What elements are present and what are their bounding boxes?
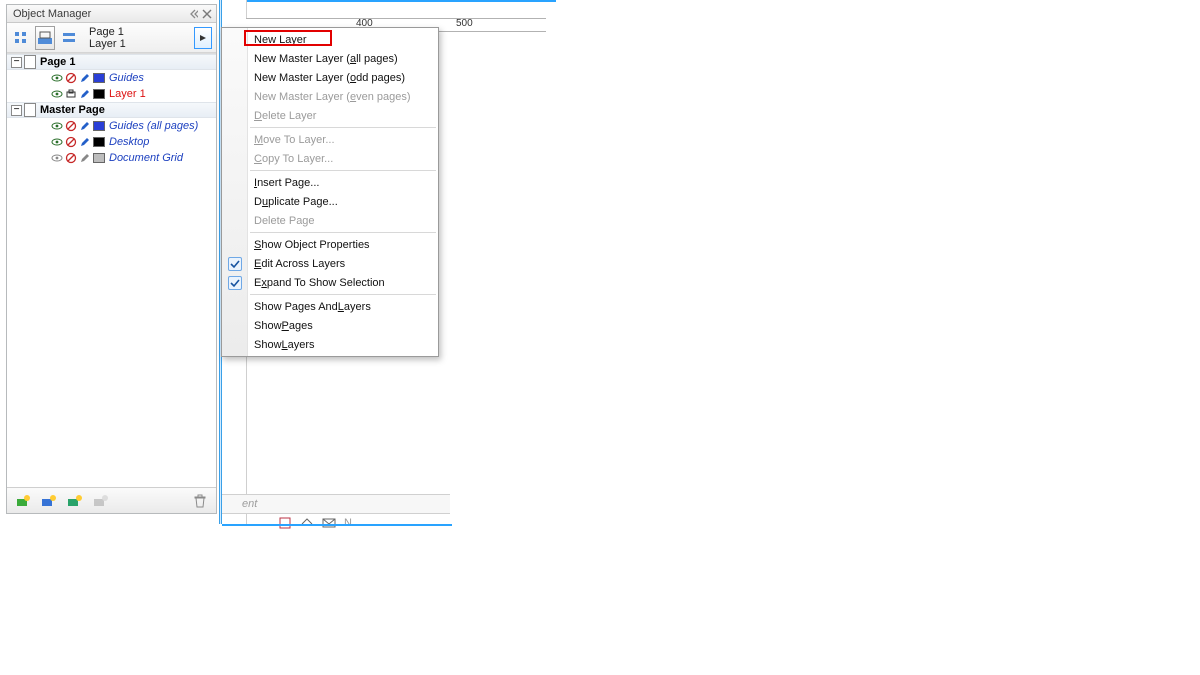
- menu-duplicate-page[interactable]: Duplicate Page...: [222, 192, 438, 211]
- close-icon[interactable]: [200, 7, 214, 21]
- visibility-icon[interactable]: [51, 88, 63, 100]
- printable-icon[interactable]: [65, 152, 77, 164]
- menu-delete-layer: Delete Layer: [222, 106, 438, 125]
- printable-icon[interactable]: [65, 120, 77, 132]
- menu-copy-to-layer: Copy To Layer...: [222, 149, 438, 168]
- menu-expand-to-selection[interactable]: Expand To Show Selection: [222, 273, 438, 292]
- printable-icon[interactable]: [65, 88, 77, 100]
- layer-tree[interactable]: Page 1 Guides Layer 1 Master Page Gui: [7, 53, 216, 487]
- guides-all-label: Guides (all pages): [109, 120, 198, 132]
- object-manager-panel: Object Manager Page 1 Layer 1 Page 1: [6, 4, 217, 514]
- check-icon: [228, 257, 242, 271]
- color-swatch[interactable]: [93, 153, 105, 163]
- menu-separator: [250, 232, 436, 233]
- tree-desktop[interactable]: Desktop: [7, 134, 216, 150]
- new-master-odd-button[interactable]: [65, 491, 85, 511]
- menu-new-master-odd[interactable]: New Master Layer (odd pages): [222, 68, 438, 87]
- editable-icon[interactable]: [79, 152, 91, 164]
- menu-edit-across-layers[interactable]: Edit Across Layers: [222, 254, 438, 273]
- page-icon: [24, 55, 36, 69]
- menu-show-properties[interactable]: Show Object Properties: [222, 235, 438, 254]
- menu-new-master-all[interactable]: New Master Layer (all pages): [222, 49, 438, 68]
- panel-titlebar[interactable]: Object Manager: [7, 5, 216, 23]
- printable-icon[interactable]: [65, 136, 77, 148]
- menu-separator: [250, 127, 436, 128]
- menu-delete-page: Delete Page: [222, 211, 438, 230]
- check-icon: [228, 276, 242, 290]
- menu-insert-page[interactable]: Insert Page...: [222, 173, 438, 192]
- visibility-icon[interactable]: [51, 72, 63, 84]
- menu-show-pages-and-layers[interactable]: Show Pages And Layers: [222, 297, 438, 316]
- menu-new-master-even: New Master Layer (even pages): [222, 87, 438, 106]
- expander-icon[interactable]: [11, 57, 22, 68]
- tree-guides-all[interactable]: Guides (all pages): [7, 118, 216, 134]
- tree-doc-grid[interactable]: Document Grid: [7, 150, 216, 166]
- menu-separator: [250, 170, 436, 171]
- menu-new-layer[interactable]: New Layer: [222, 30, 438, 49]
- toolbar-btn-1[interactable]: [11, 26, 31, 50]
- toolbar-btn-3[interactable]: [59, 26, 79, 50]
- status-strip: ent: [222, 494, 450, 514]
- visibility-icon[interactable]: [51, 152, 63, 164]
- crop-bottom-edge: [222, 524, 452, 528]
- menu-separator: [250, 294, 436, 295]
- editable-icon[interactable]: [79, 72, 91, 84]
- visibility-icon[interactable]: [51, 120, 63, 132]
- panel-title-text: Object Manager: [13, 8, 91, 20]
- master-header-label: Master Page: [40, 104, 105, 116]
- page-icon: [24, 103, 36, 117]
- current-layer-label: Layer 1: [89, 38, 126, 50]
- desktop-label: Desktop: [109, 136, 149, 148]
- tree-page-header[interactable]: Page 1: [7, 54, 216, 70]
- menu-move-to-layer: Move To Layer...: [222, 130, 438, 149]
- collapse-icon[interactable]: [186, 7, 200, 21]
- color-swatch[interactable]: [93, 137, 105, 147]
- layer1-label: Layer 1: [109, 88, 146, 100]
- flyout-menu-button[interactable]: [194, 27, 212, 49]
- delete-button[interactable]: [190, 491, 210, 511]
- tree-guides[interactable]: Guides: [7, 70, 216, 86]
- editable-icon[interactable]: [79, 120, 91, 132]
- status-hint: ent: [242, 498, 257, 510]
- context-menu: New Layer New Master Layer (all pages) N…: [221, 27, 439, 357]
- expander-icon[interactable]: [11, 105, 22, 116]
- canvas-top-edge: [246, 0, 556, 18]
- doc-grid-label: Document Grid: [109, 152, 183, 164]
- new-master-layer-button[interactable]: [39, 491, 59, 511]
- editable-icon[interactable]: [79, 136, 91, 148]
- printable-icon[interactable]: [65, 72, 77, 84]
- visibility-icon[interactable]: [51, 136, 63, 148]
- color-swatch[interactable]: [93, 89, 105, 99]
- tree-master-header[interactable]: Master Page: [7, 102, 216, 118]
- toolbar-btn-2[interactable]: [35, 26, 55, 50]
- menu-show-layers[interactable]: Show Layers: [222, 335, 438, 354]
- panel-footer: [7, 487, 216, 513]
- panel-toolbar: Page 1 Layer 1: [7, 23, 216, 53]
- page-header-label: Page 1: [40, 56, 75, 68]
- guides-label: Guides: [109, 72, 144, 84]
- current-page-layer: Page 1 Layer 1: [89, 26, 126, 50]
- editable-icon[interactable]: [79, 88, 91, 100]
- color-swatch[interactable]: [93, 73, 105, 83]
- ruler-tick-500: 500: [456, 18, 473, 29]
- current-page-label: Page 1: [89, 26, 126, 38]
- new-layer-button[interactable]: [13, 491, 33, 511]
- color-swatch[interactable]: [93, 121, 105, 131]
- tree-layer1[interactable]: Layer 1: [7, 86, 216, 102]
- new-master-even-button: [91, 491, 111, 511]
- menu-show-pages[interactable]: Show Pages: [222, 316, 438, 335]
